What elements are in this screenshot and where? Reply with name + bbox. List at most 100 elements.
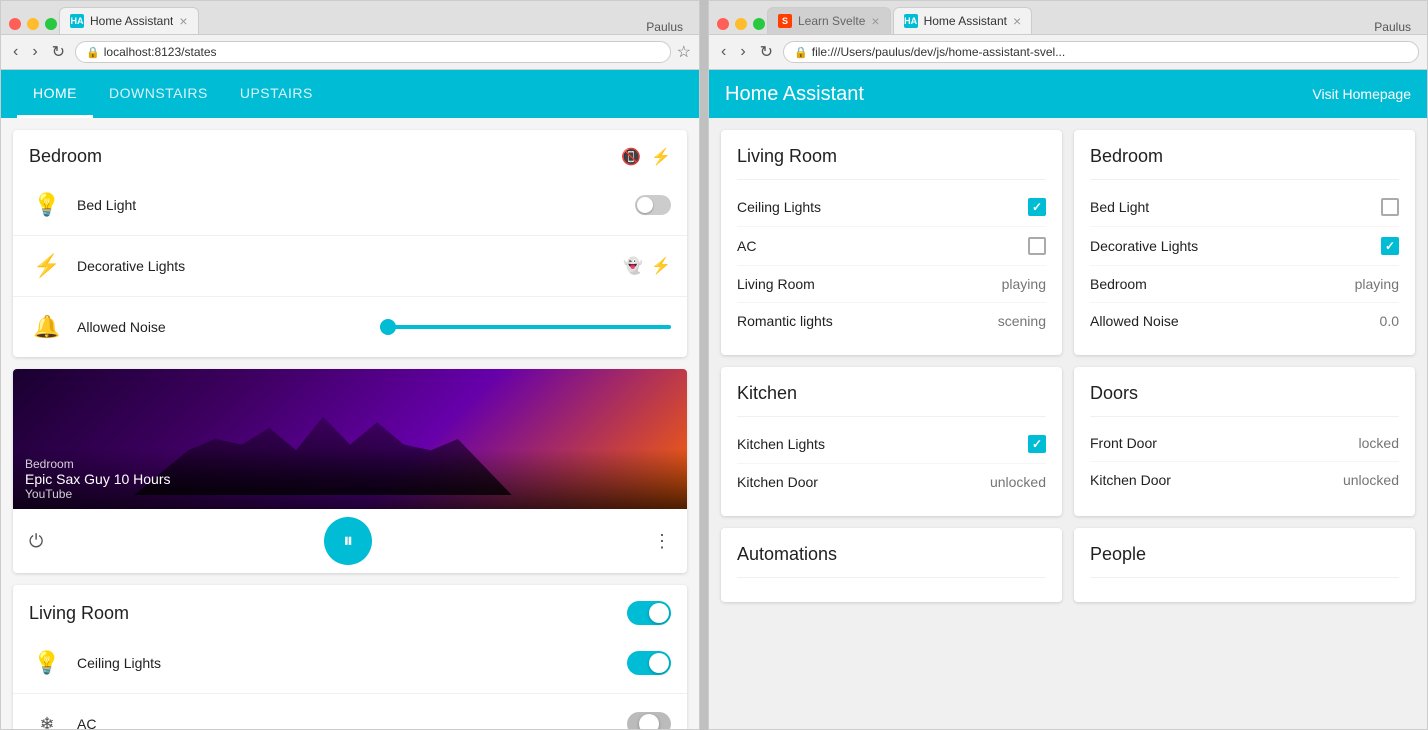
bed-light-name: Bed Light [77, 197, 623, 213]
living-room-master-toggle[interactable] [627, 601, 671, 625]
visit-homepage-link[interactable]: Visit Homepage [1312, 86, 1411, 102]
kitchen-door-value-2: unlocked [1343, 472, 1399, 488]
traffic-lights-right [717, 14, 765, 34]
tab-label-left: Home Assistant [90, 14, 173, 28]
ha-favicon-right: HA [904, 14, 918, 28]
tab-home-assistant-right[interactable]: HA Home Assistant × [893, 7, 1033, 34]
forward-btn-left[interactable]: › [28, 41, 41, 63]
lr-romantic-row: Romantic lights scening [737, 303, 1046, 339]
kitchen-door-row-2: Kitchen Door unlocked [1090, 462, 1399, 498]
doors-state-title: Doors [1090, 383, 1399, 417]
noise-slider-container [380, 325, 671, 329]
close-btn-right[interactable] [717, 18, 729, 30]
noise-bell-icon: 🔔 [29, 309, 65, 345]
br-decorative-cb[interactable]: ✓ [1381, 237, 1399, 255]
user-label-left: Paulus [638, 20, 691, 34]
close-btn-left[interactable] [9, 18, 21, 30]
noise-slider[interactable] [380, 325, 671, 329]
bedroom-media-title: Epic Sax Guy 10 Hours [25, 471, 675, 487]
kitchen-lights-row: Kitchen Lights ✓ [737, 425, 1046, 464]
bedroom-title: Bedroom [29, 146, 102, 167]
automations-state-card: Automations [721, 528, 1062, 602]
ha-tab-close-right[interactable]: × [1013, 13, 1021, 29]
ha-header-right: Home Assistant Visit Homepage [709, 70, 1427, 118]
decorative-lights-name: Decorative Lights [77, 258, 611, 274]
ceiling-lights-name: Ceiling Lights [77, 655, 615, 671]
left-app-content: Bedroom 📵 ⚡ 💡 Bed Light ⚡ [1, 118, 699, 729]
bedroom-more-btn[interactable]: ⋮ [653, 531, 671, 552]
lr-ac-row: AC [737, 227, 1046, 266]
right-app-content: Living Room Ceiling Lights ✓ AC Living R… [709, 118, 1427, 729]
kitchen-lights-name: Kitchen Lights [737, 436, 825, 452]
toolbar-icons-left: ☆ [677, 42, 691, 62]
kitchen-state-title: Kitchen [737, 383, 1046, 417]
automations-state-title: Automations [737, 544, 1046, 578]
lr-ceiling-lights-cb[interactable]: ✓ [1028, 198, 1046, 216]
decorative-lights-actions: 👻 ⚡ [623, 256, 671, 276]
people-state-card: People [1074, 528, 1415, 602]
left-browser-window: HA Home Assistant × Paulus ‹ › ↻ 🔒 local… [0, 0, 700, 730]
bedroom-play-pause-btn[interactable]: ⏸ [324, 517, 372, 565]
bedroom-state-card: Bedroom Bed Light Decorative Lights ✓ Be… [1074, 130, 1415, 355]
ha-app-title-right: Home Assistant [725, 83, 864, 106]
url-left: localhost:8123/states [104, 45, 217, 59]
tab-home-assistant-left[interactable]: HA Home Assistant × [59, 7, 199, 34]
br-state-title: Bedroom [1090, 146, 1399, 180]
back-btn-right[interactable]: ‹ [717, 41, 730, 63]
bedroom-power-btn[interactable]: ⏻ [29, 531, 43, 552]
nav-downstairs[interactable]: DOWNSTAIRS [93, 71, 224, 118]
minimize-btn-right[interactable] [735, 18, 747, 30]
minimize-btn-left[interactable] [27, 18, 39, 30]
kitchen-door-value: unlocked [990, 474, 1046, 490]
decorative-lights-row: ⚡ Decorative Lights 👻 ⚡ [13, 236, 687, 297]
lr-romantic-value: scening [998, 313, 1046, 329]
ha-tab-label-right: Home Assistant [924, 14, 1007, 28]
star-icon-left[interactable]: ☆ [677, 42, 691, 62]
svelte-tab-label: Learn Svelte [798, 14, 865, 28]
lr-living-room-row: Living Room playing [737, 266, 1046, 303]
reload-btn-left[interactable]: ↻ [48, 40, 69, 64]
back-btn-left[interactable]: ‹ [9, 41, 22, 63]
br-bedroom-value: playing [1355, 276, 1399, 292]
ceiling-lights-row: 💡 Ceiling Lights [13, 633, 687, 694]
lr-romantic-name: Romantic lights [737, 313, 833, 329]
forward-btn-right[interactable]: › [736, 41, 749, 63]
br-decorative-row: Decorative Lights ✓ [1090, 227, 1399, 266]
ac-toggle[interactable] [627, 712, 671, 729]
nav-upstairs[interactable]: UPSTAIRS [224, 71, 329, 118]
url-right: file:///Users/paulus/dev/js/home-assista… [812, 45, 1065, 59]
maximize-btn-left[interactable] [45, 18, 57, 30]
ha-header-left: HOME DOWNSTAIRS UPSTAIRS [1, 70, 699, 118]
tab-close-left[interactable]: × [179, 13, 187, 29]
svelte-tab-close[interactable]: × [871, 13, 879, 29]
lock-icon-left: 🔒 [86, 46, 100, 59]
nav-home[interactable]: HOME [17, 71, 93, 118]
tab-svelte[interactable]: S Learn Svelte × [767, 7, 891, 34]
allowed-noise-name: Allowed Noise [77, 319, 368, 335]
br-bed-light-cb[interactable] [1381, 198, 1399, 216]
br-bedroom-row: Bedroom playing [1090, 266, 1399, 303]
ceiling-lights-toggle[interactable] [627, 651, 671, 675]
doors-state-card: Doors Front Door locked Kitchen Door unl… [1074, 367, 1415, 516]
reload-btn-right[interactable]: ↻ [756, 40, 777, 64]
kitchen-lights-cb[interactable]: ✓ [1028, 435, 1046, 453]
maximize-btn-right[interactable] [753, 18, 765, 30]
br-bed-light-name: Bed Light [1090, 199, 1149, 215]
allowed-noise-row: 🔔 Allowed Noise [13, 297, 687, 357]
bedroom-media-thumbnail: Bedroom Epic Sax Guy 10 Hours YouTube [13, 369, 687, 509]
front-door-name: Front Door [1090, 435, 1157, 451]
right-browser-toolbar: ‹ › ↻ 🔒 file:///Users/paulus/dev/js/home… [709, 35, 1427, 70]
lr-ac-cb[interactable] [1028, 237, 1046, 255]
bed-light-toggle[interactable] [635, 195, 671, 215]
bed-light-icon: 💡 [29, 187, 65, 223]
br-bed-light-row: Bed Light [1090, 188, 1399, 227]
right-browser-chrome: S Learn Svelte × HA Home Assistant × Pau… [709, 1, 1427, 35]
bedroom-media-card: Bedroom Epic Sax Guy 10 Hours YouTube ⏻ … [13, 369, 687, 573]
front-door-row: Front Door locked [1090, 425, 1399, 462]
lr-ceiling-lights-row: Ceiling Lights ✓ [737, 188, 1046, 227]
left-browser-toolbar: ‹ › ↻ 🔒 localhost:8123/states ☆ [1, 35, 699, 70]
left-cards-container: Bedroom 📵 ⚡ 💡 Bed Light ⚡ [1, 118, 699, 729]
kitchen-door-name: Kitchen Door [737, 474, 818, 490]
address-bar-right[interactable]: 🔒 file:///Users/paulus/dev/js/home-assis… [783, 41, 1419, 63]
address-bar-left[interactable]: 🔒 localhost:8123/states [75, 41, 671, 63]
